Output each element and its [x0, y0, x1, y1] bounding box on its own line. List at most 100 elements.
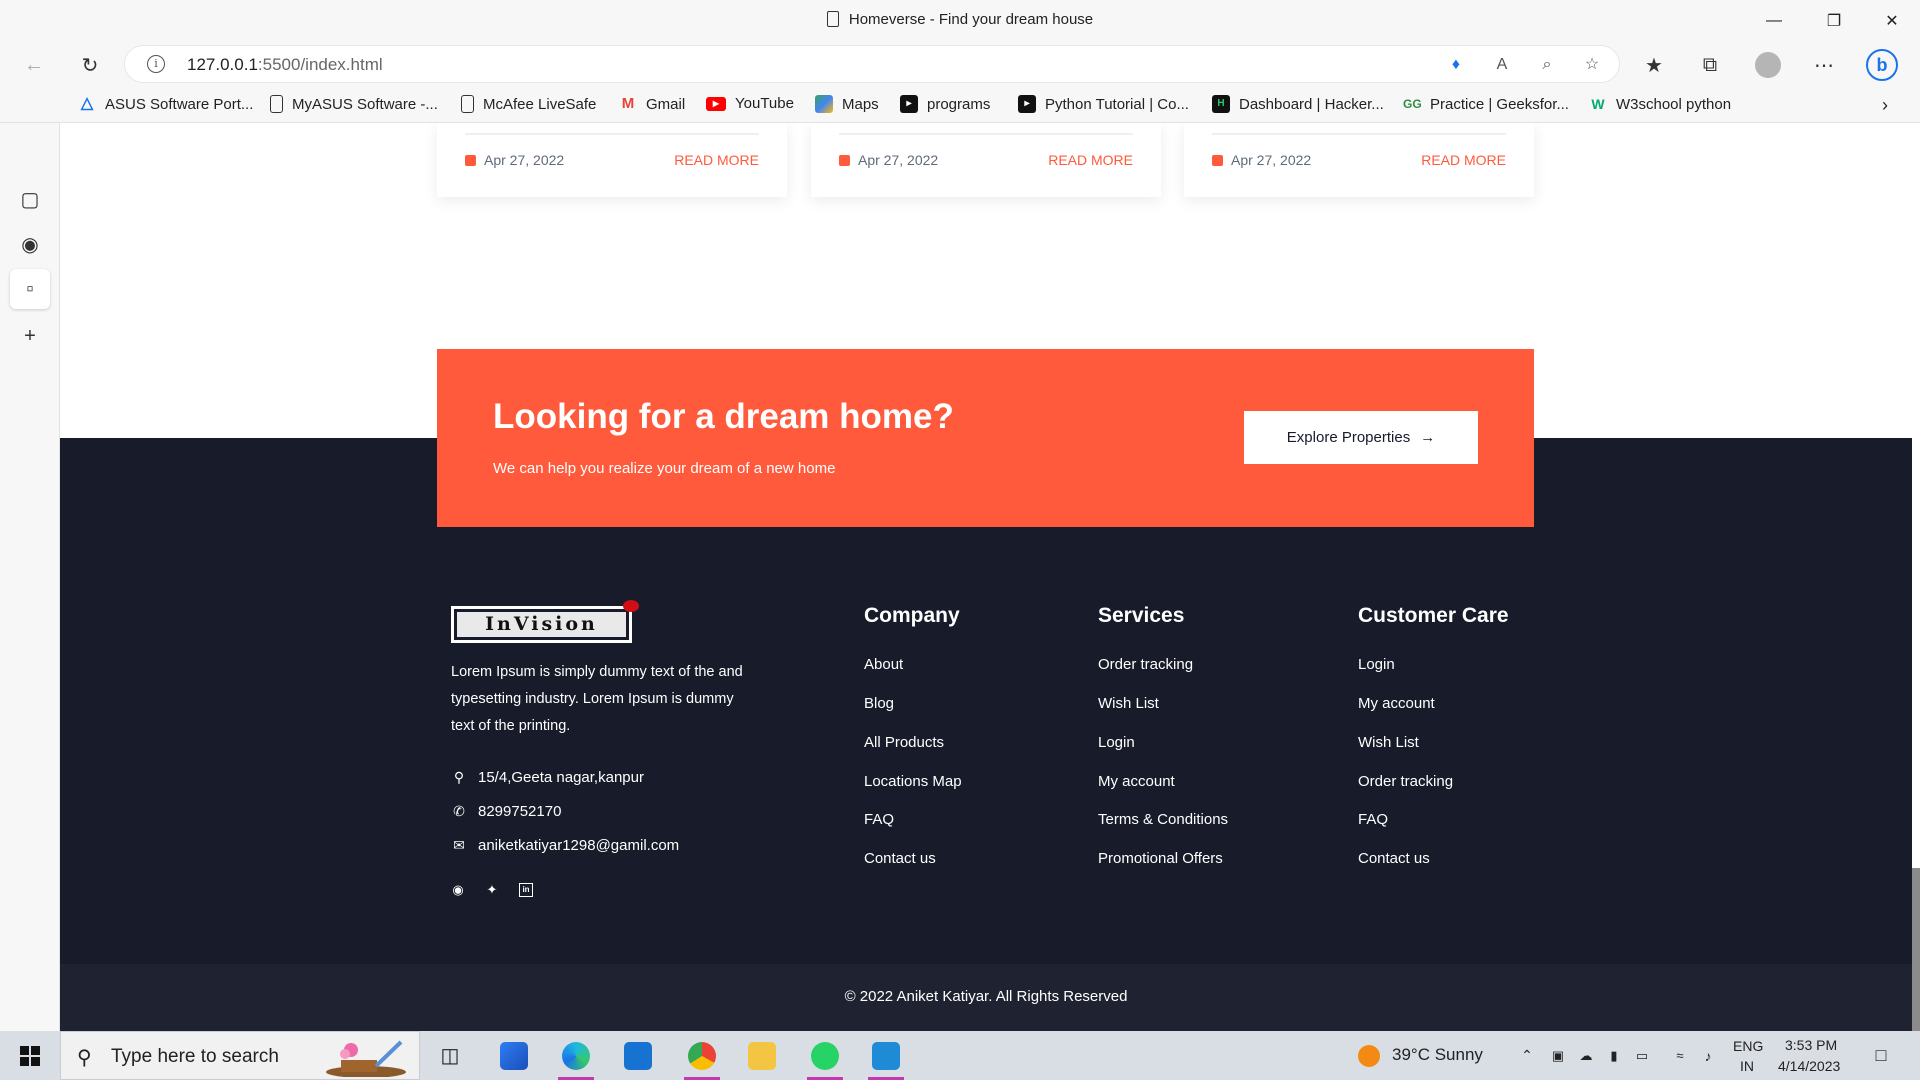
footer-link-promotional-offers[interactable]: Promotional Offers — [1098, 850, 1223, 867]
footer-link-faq[interactable]: FAQ — [864, 811, 894, 828]
bookmark-label: MyASUS Software -... — [292, 95, 438, 113]
footer-link-my-account[interactable]: My account — [1098, 773, 1175, 790]
bookmark-hackerrank[interactable]: H Dashboard | Hacker... — [1212, 95, 1384, 113]
page-tab-icon[interactable]: ▫ — [10, 269, 50, 309]
task-view-icon[interactable]: ◫ — [432, 1031, 468, 1080]
footer-link-my-account[interactable]: My account — [1358, 695, 1435, 712]
facebook-icon[interactable]: ◉ — [451, 883, 465, 897]
footer-link-all-products[interactable]: All Products — [864, 734, 944, 751]
footer-link-wish-list[interactable]: Wish List — [1098, 695, 1159, 712]
taskbar-search[interactable]: ⚲ Type here to search — [60, 1031, 420, 1080]
collections-icon[interactable]: ⧉ — [1692, 47, 1728, 83]
footer-link-about[interactable]: About — [864, 656, 903, 673]
region-indicator[interactable]: IN — [1740, 1058, 1754, 1074]
weather-sun-icon[interactable] — [1354, 1031, 1384, 1080]
read-more-link[interactable]: READ MORE — [1421, 152, 1506, 168]
meet-now-icon[interactable]: ▣ — [1546, 1031, 1570, 1080]
bookmark-myasus[interactable]: MyASUS Software -... — [270, 95, 438, 113]
cta-subtext: We can help you realize your dream of a … — [493, 460, 836, 477]
battery-icon[interactable]: ▭ — [1630, 1031, 1654, 1080]
blog-card: Apr 27, 2022 READ MORE — [437, 123, 787, 197]
volume-icon[interactable]: ♪ — [1696, 1031, 1720, 1080]
maps-icon — [815, 95, 833, 113]
tag-icon[interactable]: ♦ — [1445, 54, 1467, 76]
site-info-icon[interactable]: i — [147, 55, 165, 73]
profile-avatar[interactable] — [1750, 47, 1786, 83]
explore-properties-button[interactable]: Explore Properties → — [1244, 411, 1478, 464]
footer-link-faq[interactable]: FAQ — [1358, 811, 1388, 828]
footer-logo[interactable]: InVision — [451, 600, 639, 643]
bookmark-gmail[interactable]: M Gmail — [619, 95, 685, 113]
footer-link-contact-us[interactable]: Contact us — [1358, 850, 1430, 867]
arrow-right-icon: → — [1420, 429, 1436, 446]
footer-link-order-tracking[interactable]: Order tracking — [1358, 773, 1453, 790]
card-date: Apr 27, 2022 — [1212, 152, 1311, 168]
add-icon[interactable]: + — [10, 316, 50, 356]
chevron-up-icon[interactable]: ⌃ — [1514, 1031, 1540, 1080]
read-more-link[interactable]: READ MORE — [1048, 152, 1133, 168]
bookmark-mcafee[interactable]: McAfee LiveSafe — [461, 95, 596, 113]
notifications-icon[interactable]: □ — [1866, 1031, 1896, 1080]
bookmark-w3school[interactable]: W W3school python — [1589, 95, 1731, 113]
language-indicator[interactable]: ENG — [1733, 1038, 1763, 1054]
footer-link-login[interactable]: Login — [1098, 734, 1135, 751]
zoom-icon[interactable]: ⌕ — [1536, 54, 1558, 76]
mail-icon[interactable] — [618, 1031, 658, 1080]
bing-chat-icon[interactable]: b — [1864, 47, 1900, 83]
twitter-icon[interactable]: ✦ — [485, 883, 499, 897]
footer-link-order-tracking[interactable]: Order tracking — [1098, 656, 1193, 673]
page-scrollbar[interactable] — [1912, 868, 1920, 1031]
close-window-button[interactable]: ✕ — [1864, 0, 1920, 41]
chrome-icon[interactable] — [680, 1031, 724, 1080]
address-bar[interactable]: i 127.0.0.1:5500/index.html ♦ A ⌕ ☆ — [124, 45, 1620, 83]
footer-link-contact-us[interactable]: Contact us — [864, 850, 936, 867]
asus-icon: △ — [80, 95, 94, 112]
calendar-icon — [1212, 154, 1223, 166]
tab-actions-icon[interactable]: ▢ — [10, 179, 50, 219]
bookmark-youtube[interactable]: ▶ YouTube — [706, 95, 794, 112]
bookmarks-overflow-chevron-icon[interactable]: › — [1882, 95, 1888, 116]
add-favorite-icon[interactable]: ☆ — [1581, 54, 1603, 76]
clock-date[interactable]: 4/14/2023 — [1778, 1058, 1840, 1074]
bookmarks-bar: △ ASUS Software Port... MyASUS Software -… — [0, 87, 1920, 123]
windows-taskbar: ⚲ Type here to search ◫ 39°C Sunny ⌃ ▣ ☁… — [0, 1031, 1920, 1080]
refresh-button[interactable]: ↻ — [72, 47, 108, 83]
footer-link-blog[interactable]: Blog — [864, 695, 894, 712]
bookmark-asus[interactable]: △ ASUS Software Port... — [78, 95, 254, 113]
whatsapp-icon[interactable] — [803, 1031, 847, 1080]
bookmark-label: W3school python — [1616, 95, 1732, 113]
edge-taskbar-icon[interactable] — [554, 1031, 598, 1080]
back-button[interactable]: ← — [16, 47, 52, 83]
bookmark-geeksforgeeks[interactable]: GG Practice | Geeksfor... — [1403, 95, 1569, 113]
footer-link-terms[interactable]: Terms & Conditions — [1098, 811, 1228, 828]
file-explorer-icon[interactable] — [742, 1031, 782, 1080]
minimize-button[interactable]: — — [1746, 0, 1802, 41]
calendar-icon — [465, 154, 476, 166]
url-text[interactable]: 127.0.0.1:5500/index.html — [187, 55, 383, 75]
microsoft-store-icon[interactable] — [494, 1031, 534, 1080]
restore-button[interactable]: ❐ — [1806, 0, 1862, 41]
github-icon[interactable]: ◉ — [10, 224, 50, 264]
more-options-icon[interactable]: ⋯ — [1806, 47, 1842, 83]
favorites-icon[interactable]: ★ — [1636, 47, 1672, 83]
start-button[interactable] — [0, 1031, 60, 1080]
wifi-icon[interactable]: ≈ — [1668, 1031, 1692, 1080]
footer-link-locations-map[interactable]: Locations Map — [864, 773, 962, 790]
read-aloud-icon[interactable]: A — [1491, 54, 1513, 76]
window-title: Homeverse - Find your dream house — [0, 11, 1920, 28]
linkedin-icon[interactable]: in — [519, 883, 533, 897]
bookmark-programs[interactable]: ▸ programs — [900, 95, 990, 113]
security-icon[interactable]: ▮ — [1602, 1031, 1626, 1080]
footer-email[interactable]: ✉ aniketkatiyar1298@gamil.com — [451, 837, 679, 854]
onedrive-icon[interactable]: ☁ — [1574, 1031, 1598, 1080]
footer-link-login[interactable]: Login — [1358, 656, 1395, 673]
clock-time[interactable]: 3:53 PM — [1785, 1037, 1837, 1053]
footer-link-wish-list[interactable]: Wish List — [1358, 734, 1419, 751]
footer-phone[interactable]: ✆ 8299752170 — [451, 803, 561, 820]
w3-icon: W — [1591, 96, 1605, 112]
bookmark-maps[interactable]: Maps — [815, 95, 879, 113]
weather-text[interactable]: 39°C Sunny — [1392, 1045, 1483, 1065]
vscode-icon[interactable] — [864, 1031, 908, 1080]
read-more-link[interactable]: READ MORE — [674, 152, 759, 168]
bookmark-python-tutorial[interactable]: ▸ Python Tutorial | Co... — [1018, 95, 1189, 113]
